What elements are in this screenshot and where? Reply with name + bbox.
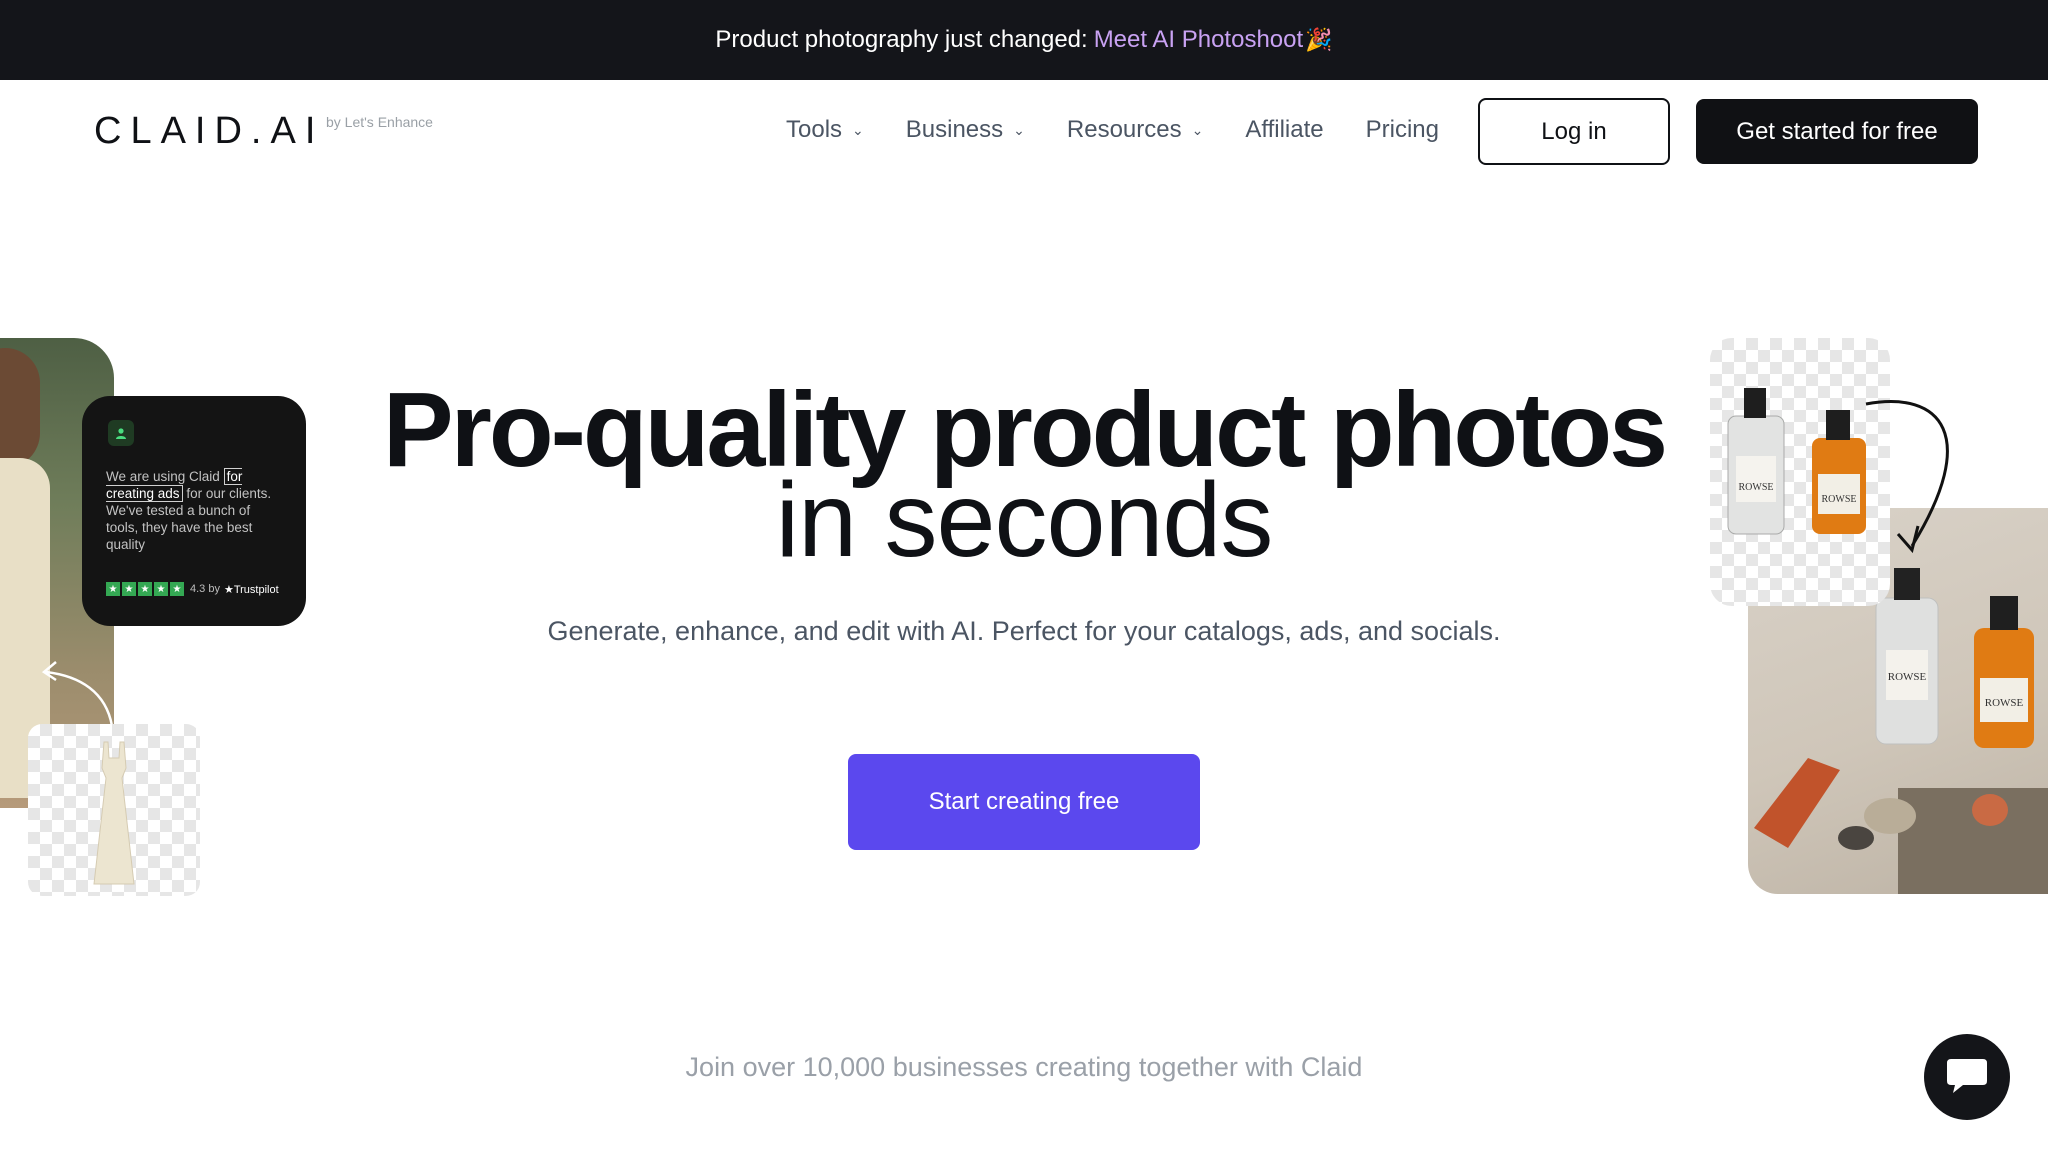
trustpilot-logo: ★Trustpilot xyxy=(223,583,279,596)
rating-value: 4.3 by xyxy=(190,583,220,595)
get-started-button[interactable]: Get started for free xyxy=(1696,99,1978,164)
party-icon: 🎉 xyxy=(1305,27,1333,52)
social-proof-text: Join over 10,000 businesses creating tog… xyxy=(685,1052,1363,1082)
bottle-label: ROWSE xyxy=(1888,671,1927,683)
login-button[interactable]: Log in xyxy=(1478,98,1670,165)
announcement-banner[interactable]: Product photography just changed: Meet A… xyxy=(0,0,2048,80)
nav-menu: Tools ⌄ Business ⌄ Resources ⌄ Affiliate… xyxy=(786,116,1481,144)
chevron-down-icon: ⌄ xyxy=(1191,121,1204,138)
trustpilot-rating: ★ ★ ★ ★ ★ 4.3 by ★Trustpilot xyxy=(106,582,279,596)
bottle-label: ROWSE xyxy=(1985,697,2024,709)
star-icon: ★ xyxy=(106,582,120,596)
nav-item-label: Pricing xyxy=(1365,116,1439,143)
star-icon: ★ xyxy=(138,582,152,596)
chat-icon xyxy=(1947,1059,1987,1093)
logo-byline: by Let's Enhance xyxy=(326,114,433,130)
nav-item-label: Tools xyxy=(786,116,843,143)
hero-subtitle: Generate, enhance, and edit with AI. Per… xyxy=(547,616,1501,646)
curved-arrow-icon xyxy=(41,661,114,727)
header-nav: CLAID.AI by Let's Enhance Tools ⌄ Busine… xyxy=(0,80,2048,182)
bottle-label: ROWSE xyxy=(1822,494,1857,505)
chat-button[interactable] xyxy=(1924,1034,2010,1120)
nav-item-pricing[interactable]: Pricing xyxy=(1366,116,1439,144)
start-creating-button[interactable]: Start creating free xyxy=(848,754,1200,850)
dress-cutout xyxy=(93,741,135,885)
banner-text: Product photography just changed: xyxy=(715,26,1088,53)
nav-item-tools[interactable]: Tools ⌄ xyxy=(786,116,864,144)
star-icon: ★ xyxy=(122,582,136,596)
star-icon: ★ xyxy=(170,582,184,596)
cutout-dress-card xyxy=(28,724,200,896)
nav-item-business[interactable]: Business ⌄ xyxy=(906,116,1025,144)
chevron-down-icon: ⌄ xyxy=(1013,121,1025,138)
nav-item-affiliate[interactable]: Affiliate xyxy=(1245,116,1323,144)
nav-item-resources[interactable]: Resources ⌄ xyxy=(1067,116,1203,144)
star-icon: ★ xyxy=(154,582,168,596)
nav-item-label: Affiliate xyxy=(1245,116,1324,143)
nav-item-label: Business xyxy=(905,116,1004,143)
chevron-down-icon: ⌄ xyxy=(852,121,864,138)
nav-item-label: Resources xyxy=(1066,116,1182,143)
banner-link[interactable]: Meet AI Photoshoot xyxy=(1094,26,1303,54)
logo[interactable]: CLAID.AI xyxy=(94,110,324,153)
curved-arrow-icon xyxy=(1865,400,1949,554)
bottle-label: ROWSE xyxy=(1739,482,1774,493)
